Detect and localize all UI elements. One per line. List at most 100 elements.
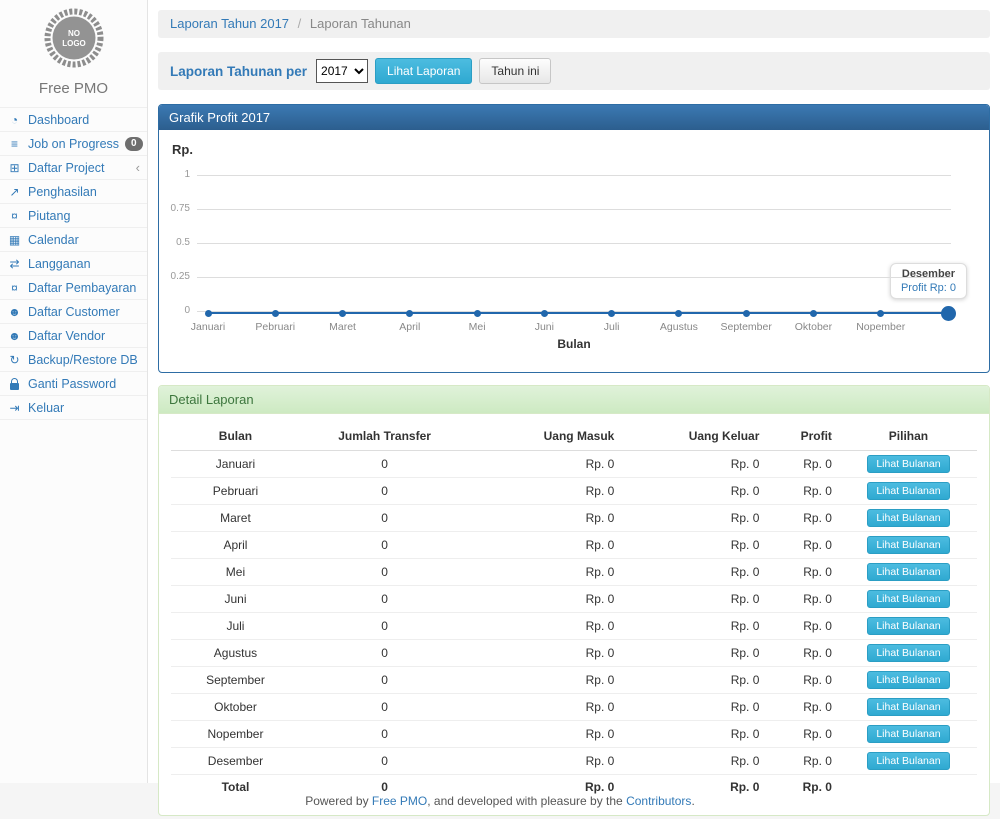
view-report-button[interactable]: Lihat Laporan — [375, 58, 472, 84]
cell-uang-masuk: Rp. 0 — [469, 640, 622, 667]
detail-report-panel: Detail Laporan BulanJumlah TransferUang … — [158, 385, 990, 816]
sidebar-item-daftar-vendor[interactable]: ☻ Daftar Vendor — [0, 324, 147, 348]
cell-bulan: September — [171, 667, 300, 694]
footer-text: . — [691, 794, 694, 808]
cell-jumlah-transfer: 0 — [300, 667, 469, 694]
data-point-januari[interactable] — [205, 310, 212, 317]
gridline — [197, 175, 951, 176]
data-point-pebruari[interactable] — [272, 310, 279, 317]
users-icon: ☻ — [7, 330, 22, 342]
breadcrumb: Laporan Tahun 2017 / Laporan Tahunan — [158, 10, 990, 38]
data-point-nopember[interactable] — [877, 310, 884, 317]
column-header-uang-masuk: Uang Masuk — [469, 422, 622, 451]
cell-profit: Rp. 0 — [767, 775, 840, 799]
year-select[interactable]: 2017 — [316, 59, 368, 83]
cell-uang-masuk: Rp. 0 — [469, 694, 622, 721]
data-point-desember[interactable] — [941, 306, 956, 321]
cell-profit: Rp. 0 — [767, 478, 840, 505]
chart-y-axis-label: Rp. — [172, 142, 193, 157]
current-year-button[interactable]: Tahun ini — [479, 58, 551, 84]
money-icon: ¤ — [7, 282, 22, 294]
lihat-bulanan-button-januari[interactable]: Lihat Bulanan — [867, 455, 949, 473]
logo: NO LOGO — [0, 0, 147, 74]
table-header-row: BulanJumlah TransferUang MasukUang Kelua… — [171, 422, 977, 451]
cell-bulan: Oktober — [171, 694, 300, 721]
lihat-bulanan-button-juni[interactable]: Lihat Bulanan — [867, 590, 949, 608]
sidebar-item-langganan[interactable]: ⇄Langganan — [0, 252, 147, 276]
cell-uang-keluar: Rp. 0 — [622, 667, 767, 694]
data-point-juli[interactable] — [608, 310, 615, 317]
cell-pilihan: Lihat Bulanan — [840, 613, 977, 640]
sidebar-item-piutang[interactable]: ¤Piutang — [0, 204, 147, 228]
cell-uang-masuk: Rp. 0 — [469, 451, 622, 478]
count-badge: 0 — [125, 137, 143, 151]
gridline — [197, 277, 951, 278]
cell-uang-keluar: Rp. 0 — [622, 586, 767, 613]
free-pmo-link[interactable]: Free PMO — [372, 794, 427, 808]
cell-uang-masuk: Rp. 0 — [469, 505, 622, 532]
cell-uang-masuk: Rp. 0 — [469, 478, 622, 505]
data-point-september[interactable] — [743, 310, 750, 317]
cell-bulan: Desember — [171, 748, 300, 775]
data-point-oktober[interactable] — [810, 310, 817, 317]
data-point-april[interactable] — [406, 310, 413, 317]
cell-uang-keluar: Rp. 0 — [622, 451, 767, 478]
sidebar-item-ganti-password[interactable]: Ganti Password — [0, 372, 147, 396]
chevron-left-icon: ‹ — [136, 161, 140, 174]
sidebar-item-penghasilan[interactable]: ↗Penghasilan — [0, 180, 147, 204]
cell-pilihan: Lihat Bulanan — [840, 505, 977, 532]
cell-bulan: April — [171, 532, 300, 559]
lihat-bulanan-button-agustus[interactable]: Lihat Bulanan — [867, 644, 949, 662]
cell-uang-masuk: Rp. 0 — [469, 559, 622, 586]
sidebar-item-daftar-customer[interactable]: ☻Daftar Customer — [0, 300, 147, 324]
table-row: Agustus0Rp. 0Rp. 0Rp. 0Lihat Bulanan — [171, 640, 977, 667]
data-point-agustus[interactable] — [675, 310, 682, 317]
sidebar-item-job-on-progress[interactable]: ≡Job on Progress0 — [0, 132, 147, 156]
sign-out-icon: ⇥ — [7, 402, 22, 414]
y-tick-label: 0 — [159, 305, 190, 316]
refresh-icon: ↻ — [7, 354, 22, 366]
lihat-bulanan-button-maret[interactable]: Lihat Bulanan — [867, 509, 949, 527]
column-header-uang-keluar: Uang Keluar — [622, 422, 767, 451]
lihat-bulanan-button-pebruari[interactable]: Lihat Bulanan — [867, 482, 949, 500]
lihat-bulanan-button-juli[interactable]: Lihat Bulanan — [867, 617, 949, 635]
data-point-maret[interactable] — [339, 310, 346, 317]
cell-bulan: Maret — [171, 505, 300, 532]
contributors-link[interactable]: Contributors — [626, 794, 691, 808]
cell-uang-keluar: Rp. 0 — [622, 748, 767, 775]
breadcrumb-link-laporan-tahun[interactable]: Laporan Tahun 2017 — [170, 16, 289, 31]
sidebar-item-dashboard[interactable]: ◔Dashboard — [0, 108, 147, 132]
lihat-bulanan-button-oktober[interactable]: Lihat Bulanan — [867, 698, 949, 716]
cell-uang-keluar: Rp. 0 — [622, 505, 767, 532]
data-point-juni[interactable] — [541, 310, 548, 317]
cell-profit: Rp. 0 — [767, 667, 840, 694]
column-header-jumlah-transfer: Jumlah Transfer — [300, 422, 469, 451]
table-row: Pebruari0Rp. 0Rp. 0Rp. 0Lihat Bulanan — [171, 478, 977, 505]
detail-table-wrapper: BulanJumlah TransferUang MasukUang Kelua… — [159, 414, 989, 815]
cell-jumlah-transfer: 0 — [300, 505, 469, 532]
sidebar-item-label: Daftar Vendor — [28, 329, 105, 343]
sidebar-item-keluar[interactable]: ⇥Keluar — [0, 396, 147, 420]
sidebar-item-backup-restore-db[interactable]: ↻Backup/Restore DB — [0, 348, 147, 372]
lihat-bulanan-button-september[interactable]: Lihat Bulanan — [867, 671, 949, 689]
data-point-mei[interactable] — [474, 310, 481, 317]
sidebar-item-calendar[interactable]: ▦Calendar — [0, 228, 147, 252]
cell-uang-masuk: Rp. 0 — [469, 613, 622, 640]
no-logo-text-line2: LOGO — [62, 39, 86, 48]
sidebar-item-label: Dashboard — [28, 113, 89, 127]
sidebar-item-daftar-pembayaran[interactable]: ¤Daftar Pembayaran — [0, 276, 147, 300]
cell-pilihan: Lihat Bulanan — [840, 721, 977, 748]
lihat-bulanan-button-desember[interactable]: Lihat Bulanan — [867, 752, 949, 770]
cell-uang-masuk: Rp. 0 — [469, 667, 622, 694]
lihat-bulanan-button-april[interactable]: Lihat Bulanan — [867, 536, 949, 554]
repeat-icon: ⇄ — [7, 258, 22, 270]
lihat-bulanan-button-nopember[interactable]: Lihat Bulanan — [867, 725, 949, 743]
cell-bulan: Pebruari — [171, 478, 300, 505]
sidebar-item-label: Daftar Project — [28, 161, 104, 175]
sidebar-item-daftar-project[interactable]: ⊞Daftar Project‹ — [0, 156, 147, 180]
cell-profit: Rp. 0 — [767, 559, 840, 586]
footer-text: , and developed with pleasure by the — [427, 794, 626, 808]
footer-text: Powered by — [305, 794, 372, 808]
lihat-bulanan-button-mei[interactable]: Lihat Bulanan — [867, 563, 949, 581]
cell-uang-keluar: Rp. 0 — [622, 640, 767, 667]
